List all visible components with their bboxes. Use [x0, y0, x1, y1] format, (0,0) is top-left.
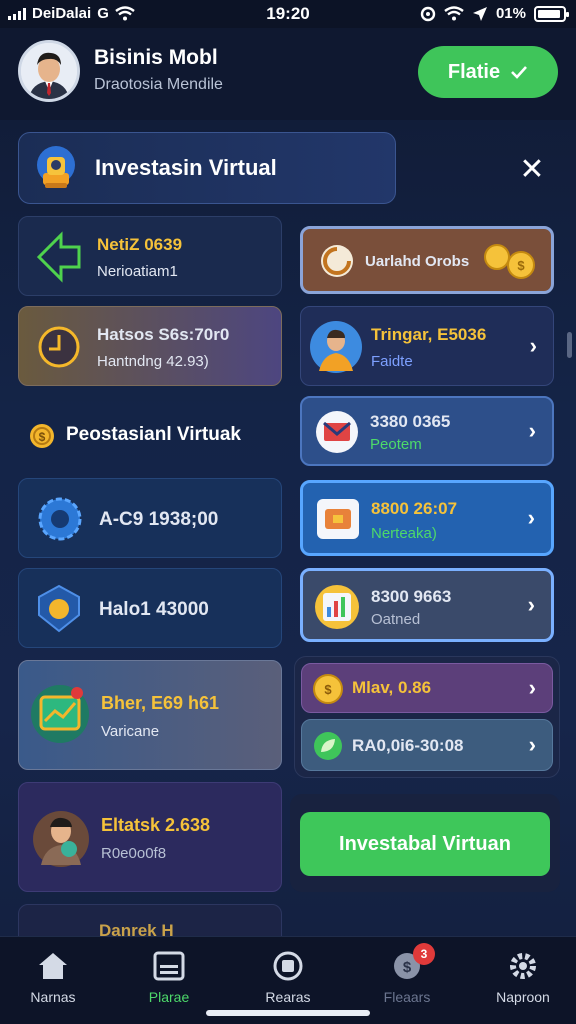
invest-cta-label: Investabal Virtuan: [339, 832, 511, 855]
app-title: Bisinis Mobl: [94, 46, 218, 69]
person-avatar-icon: [33, 811, 89, 867]
nav-item-home[interactable]: Narnas: [3, 951, 103, 1005]
left-card-4-title: Halo1 43000: [99, 599, 209, 620]
right-card-3-title: 3380 0365: [370, 412, 451, 431]
right-card-6-title: Mlav, 0.86: [352, 678, 432, 697]
left-card-5[interactable]: Bher, E69 h61 Varicane: [18, 660, 282, 770]
shield-coin-icon: [38, 584, 80, 633]
nav-item-settings[interactable]: Naproon: [473, 951, 573, 1005]
left-card-3[interactable]: A-C9 1938;00: [18, 478, 282, 558]
home-indicator[interactable]: [206, 1010, 370, 1016]
trend-arrow-icon: [36, 231, 81, 283]
nav-item-reports[interactable]: Rearas: [238, 951, 338, 1005]
avatar[interactable]: [18, 40, 80, 102]
svg-text:$: $: [403, 959, 412, 976]
right-card-4-title: 8800 26:07: [371, 499, 458, 518]
notification-badge: 3: [413, 943, 435, 965]
chart-board-icon: [31, 685, 89, 743]
section-heading: $ Peostasianl Virtuak: [28, 420, 288, 452]
gear-globe-icon: [38, 497, 82, 541]
invest-cta-button[interactable]: Investabal Virtuan: [300, 812, 550, 876]
left-card-1-title: NetiZ 0639: [97, 235, 183, 254]
wallet-icon: [317, 499, 359, 539]
trophy-icon: [37, 146, 75, 188]
scrollbar[interactable]: [567, 332, 572, 358]
left-card-2-title: Hatsos S6s:70r0: [97, 325, 230, 344]
svg-text:$: $: [517, 258, 525, 273]
close-button[interactable]: ✕: [514, 152, 550, 188]
nav-label-reports: Rearas: [265, 989, 311, 1005]
right-card-2-title: Tringar, E5036: [371, 325, 487, 344]
gear-icon: [510, 953, 536, 979]
right-card-2[interactable]: Tringar, E5036 Faidte ›: [300, 306, 554, 386]
location-arrow-icon: [472, 6, 487, 21]
right-card-2-subtitle: Faidte: [371, 353, 413, 370]
chevron-right-icon: ›: [528, 675, 536, 700]
left-card-1[interactable]: NetiZ 0639 Nerioatiam1: [18, 216, 282, 296]
right-group: $ Mlav, 0.86 › RA0,0i6-30:08 ›: [294, 656, 560, 778]
chevron-right-icon: ›: [529, 333, 537, 358]
sync-icon: [420, 6, 436, 21]
left-card-2-subtitle: Hantndng 42.93): [97, 353, 209, 370]
bar-chart-icon: [315, 585, 359, 629]
section-heading-label: Peostasianl Virtuak: [66, 424, 241, 445]
chevron-right-icon: ›: [528, 418, 536, 443]
svg-text:$: $: [324, 682, 332, 697]
right-card-7-title: RA0,0i6-30:08: [352, 736, 464, 755]
card-icon: [153, 951, 185, 981]
left-card-1-subtitle: Nerioatiam1: [97, 263, 178, 280]
mail-icon: [316, 411, 358, 453]
chevron-right-icon: ›: [527, 592, 535, 617]
header-action-button[interactable]: Flatie: [418, 46, 558, 98]
chevron-right-icon: ›: [528, 732, 536, 757]
left-card-2[interactable]: Hatsos S6s:70r0 Hantndng 42.93): [18, 306, 282, 386]
nav-item-finance[interactable]: $ 3 Fleaars: [357, 943, 457, 1005]
nav-label-plans: Plarae: [148, 989, 190, 1005]
coin-icon: $: [30, 424, 54, 448]
chevron-right-icon: ›: [527, 505, 535, 530]
app-subtitle: Draotosia Mendile: [94, 76, 223, 93]
right-card-1[interactable]: Uarlahd Orobs $: [300, 226, 554, 294]
right-card-3[interactable]: 3380 0365 Peotem ›: [300, 396, 554, 466]
right-card-5[interactable]: 8300 9663 Oatned ›: [300, 568, 554, 642]
left-card-6[interactable]: Eltatsk 2.638 R0e0o0f8: [18, 782, 282, 892]
nav-label-settings: Naproon: [496, 989, 550, 1005]
spinner-icon: [321, 245, 353, 277]
left-card-6-title: Eltatsk 2.638: [101, 815, 211, 835]
left-card-3-title: A-C9 1938;00: [99, 509, 219, 530]
leaf-icon: [314, 732, 342, 760]
home-icon: [39, 953, 67, 979]
battery-percent: 01%: [495, 5, 526, 22]
status-bar: DeiDalai G 19:20 01%: [0, 0, 576, 28]
svg-text:$: $: [39, 430, 46, 444]
header-action-label: Flatie: [447, 60, 501, 83]
wifi-icon-right: [444, 6, 464, 21]
coin-icon: $: [313, 674, 343, 704]
clock-coin-icon: [38, 326, 80, 368]
check-icon: [511, 66, 528, 79]
right-card-5-title: 8300 9663: [371, 587, 452, 606]
nav-label-home: Narnas: [30, 989, 76, 1005]
user-icon: [310, 321, 362, 373]
right-card-4-subtitle: Nerteaka): [371, 525, 437, 542]
left-card-5-title: Bher, E69 h61: [101, 693, 220, 713]
virtual-investment-banner[interactable]: Investasin Virtual: [18, 132, 396, 204]
right-card-4[interactable]: 8800 26:07 Nerteaka) ›: [300, 480, 554, 556]
battery-icon: [534, 5, 569, 22]
right-card-7[interactable]: RA0,0i6-30:08 ›: [301, 719, 553, 771]
nav-item-plans[interactable]: Plarae: [119, 951, 219, 1005]
right-card-1-title: Uarlahd Orobs: [365, 253, 470, 270]
app-header: Bisinis Mobl Draotosia Mendile Flatie: [0, 28, 576, 120]
right-card-5-subtitle: Oatned: [371, 611, 421, 628]
report-icon: [273, 951, 303, 981]
cta-container: Investabal Virtuan: [290, 794, 560, 892]
banner-label: Investasin Virtual: [95, 155, 277, 180]
right-card-3-subtitle: Peotem: [370, 436, 422, 453]
left-card-4[interactable]: Halo1 43000: [18, 568, 282, 648]
left-card-6-subtitle: R0e0o0f8: [101, 845, 167, 862]
left-card-5-subtitle: Varicane: [101, 723, 160, 740]
nav-label-finance: Fleaars: [383, 989, 431, 1005]
coins-icon: $: [484, 244, 535, 279]
right-card-6[interactable]: $ Mlav, 0.86 ›: [301, 663, 553, 713]
